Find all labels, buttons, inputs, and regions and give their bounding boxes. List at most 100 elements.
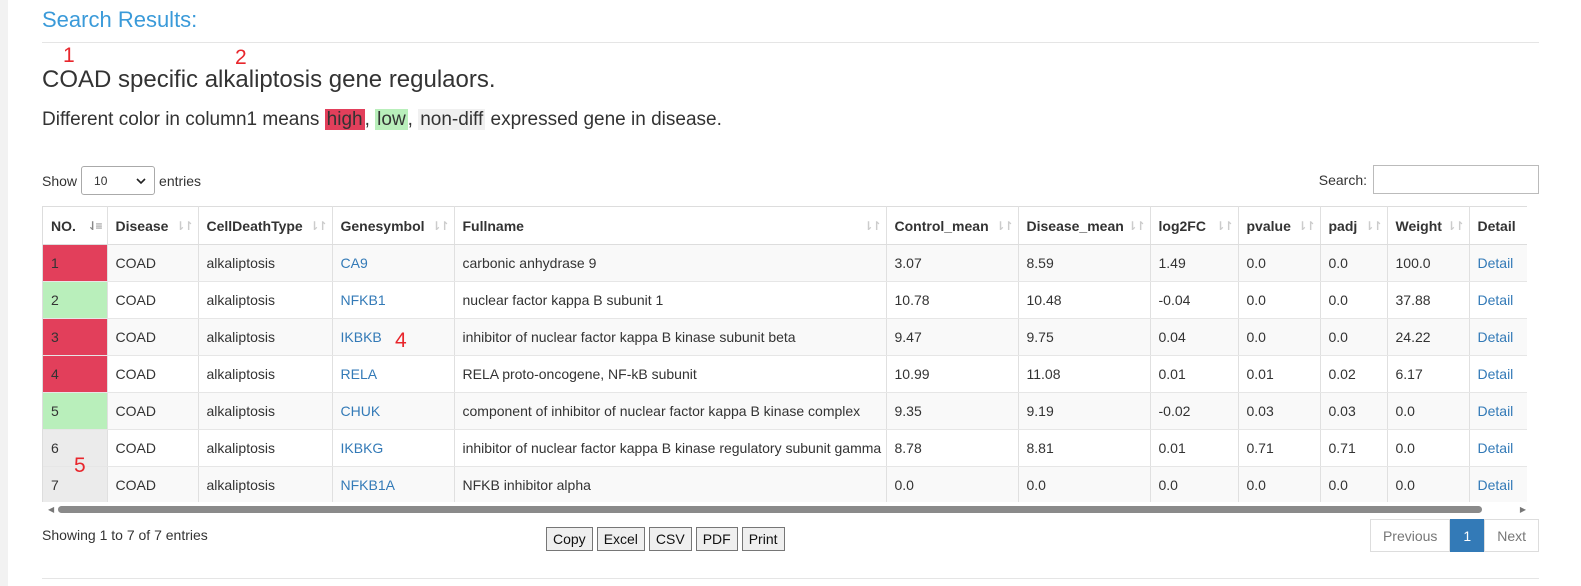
show-label: Show xyxy=(42,172,78,189)
cell-celldeathtype: alkaliptosis xyxy=(198,244,333,282)
csv-button[interactable]: CSV xyxy=(648,527,692,551)
sort-icon: ⇂↾ xyxy=(863,219,881,233)
col-header-log2fc[interactable]: log2FC ⇂↾ xyxy=(1150,206,1239,245)
color-legend: Different color in column1 means high, l… xyxy=(42,109,722,131)
legend-high: high xyxy=(324,109,365,130)
gene-link[interactable]: NFKB1 xyxy=(341,292,386,308)
sort-icon: ⇂↾ xyxy=(995,219,1013,233)
cell-no: 4 xyxy=(43,355,108,393)
cell-disease: COAD xyxy=(107,281,199,319)
legend-sep-2: , xyxy=(407,109,419,130)
sort-icon: ⇂↾ xyxy=(1446,219,1464,233)
gene-link[interactable]: IKBKB xyxy=(341,329,382,345)
scrollbar-thumb[interactable] xyxy=(58,506,1482,513)
cell-pvalue: 0.0 xyxy=(1238,244,1321,282)
gene-link[interactable]: CA9 xyxy=(341,255,368,271)
col-header-pvalue[interactable]: pvalue ⇂↾ xyxy=(1238,206,1321,245)
cell-genesymbol: RELA xyxy=(332,355,455,393)
detail-link[interactable]: Detail xyxy=(1478,292,1514,308)
col-header-no[interactable]: NO. ⇃≡ xyxy=(43,206,108,245)
sort-icon: ⇂↾ xyxy=(1364,219,1382,233)
print-button[interactable]: Print xyxy=(741,527,785,551)
cell-disease: COAD xyxy=(107,355,199,393)
excel-button[interactable]: Excel xyxy=(596,527,645,551)
page-heading: Search Results: xyxy=(42,7,198,32)
previous-page-button[interactable]: Previous xyxy=(1369,519,1451,552)
cell-detail: Detail xyxy=(1469,429,1527,467)
table-row: 7 COAD alkaliptosis NFKB1A NFKB inhibito… xyxy=(43,466,1527,502)
table-info: Showing 1 to 7 of 7 entries xyxy=(42,527,208,543)
annotation-5: 5 xyxy=(74,454,86,477)
sort-asc-icon: ⇃≡ xyxy=(87,219,102,233)
cell-weight: 6.17 xyxy=(1387,355,1470,393)
legend-suffix: expressed gene in disease. xyxy=(485,109,722,130)
col-header-genesymbol[interactable]: Genesymbol ⇂↾ xyxy=(332,206,455,245)
cell-weight: 0.0 xyxy=(1387,392,1470,430)
entries-select[interactable]: 10 xyxy=(81,166,156,195)
search-results-panel: Search Results: 1 2 3 4 5 COAD specific … xyxy=(42,0,1539,586)
cell-weight: 0.0 xyxy=(1387,466,1470,502)
cell-disease-mean: 11.08 xyxy=(1018,355,1151,393)
horizontal-scrollbar[interactable]: ◀ ▶ xyxy=(42,502,1526,516)
cell-disease-mean: 9.19 xyxy=(1018,392,1151,430)
cell-fullname: NFKB inhibitor alpha xyxy=(454,466,887,502)
sort-icon: ⇂↾ xyxy=(175,219,193,233)
detail-link[interactable]: Detail xyxy=(1478,366,1514,382)
next-page-button[interactable]: Next xyxy=(1484,519,1539,552)
table-row: 6 COAD alkaliptosis IKBKG inhibitor of n… xyxy=(43,429,1527,467)
cell-control-mean: 10.99 xyxy=(886,355,1019,393)
cell-log2fc: -0.04 xyxy=(1150,281,1239,319)
cell-genesymbol: NFKB1A xyxy=(332,466,455,502)
search-input[interactable] xyxy=(1373,165,1539,194)
gene-link[interactable]: NFKB1A xyxy=(341,477,395,493)
sort-icon: ⇂↾ xyxy=(431,219,449,233)
copy-button[interactable]: Copy xyxy=(546,527,593,551)
cell-log2fc: 1.49 xyxy=(1150,244,1239,282)
detail-link[interactable]: Detail xyxy=(1478,255,1514,271)
col-header-weight[interactable]: Weight ⇂↾ xyxy=(1387,206,1470,245)
col-header-padj[interactable]: padj ⇂↾ xyxy=(1320,206,1388,245)
col-header-disease[interactable]: Disease ⇂↾ xyxy=(107,206,199,245)
cell-celldeathtype: alkaliptosis xyxy=(198,392,333,430)
col-header-control-mean[interactable]: Control_mean ⇂↾ xyxy=(886,206,1019,245)
cell-log2fc: 0.0 xyxy=(1150,466,1239,502)
sort-icon: ⇂↾ xyxy=(1297,219,1315,233)
page-1-button[interactable]: 1 xyxy=(1450,519,1485,552)
cell-genesymbol: NFKB1 xyxy=(332,281,455,319)
col-header-disease-mean[interactable]: Disease_mean ⇂↾ xyxy=(1018,206,1151,245)
cell-celldeathtype: alkaliptosis xyxy=(198,355,333,393)
results-table-scroll[interactable]: NO. ⇃≡ Disease ⇂↾ CellDeathType ⇂↾ Genesymb… xyxy=(42,206,1527,502)
cell-fullname: RELA proto-oncogene, NF-kB subunit xyxy=(454,355,887,393)
cell-no: 2 xyxy=(43,281,108,319)
table-row: 5 COAD alkaliptosis CHUK component of in… xyxy=(43,392,1527,430)
detail-link[interactable]: Detail xyxy=(1478,477,1514,493)
results-table: NO. ⇃≡ Disease ⇂↾ CellDeathType ⇂↾ Genesymb… xyxy=(43,206,1527,502)
col-header-celldeathtype[interactable]: CellDeathType ⇂↾ xyxy=(198,206,333,245)
gene-link[interactable]: CHUK xyxy=(341,403,381,419)
export-buttons: Copy Excel CSV PDF Print xyxy=(546,527,789,551)
cell-weight: 24.22 xyxy=(1387,318,1470,356)
cell-padj: 0.0 xyxy=(1320,244,1388,282)
cell-weight: 37.88 xyxy=(1387,281,1470,319)
table-subtitle: COAD specific alkaliptosis gene regulaor… xyxy=(42,66,496,93)
detail-link[interactable]: Detail xyxy=(1478,440,1514,456)
detail-link[interactable]: Detail xyxy=(1478,329,1514,345)
gene-link[interactable]: IKBKG xyxy=(341,440,384,456)
scroll-left-arrow-icon[interactable]: ◀ xyxy=(48,505,54,514)
cell-pvalue: 0.0 xyxy=(1238,318,1321,356)
col-header-detail[interactable]: Detail xyxy=(1469,206,1527,245)
annotation-1: 1 xyxy=(63,44,75,67)
cell-weight: 100.0 xyxy=(1387,244,1470,282)
gene-link[interactable]: RELA xyxy=(341,366,378,382)
detail-link[interactable]: Detail xyxy=(1478,403,1514,419)
heading-divider xyxy=(42,42,1539,43)
cell-control-mean: 8.78 xyxy=(886,429,1019,467)
cell-padj: 0.03 xyxy=(1320,392,1388,430)
table-header-row: NO. ⇃≡ Disease ⇂↾ CellDeathType ⇂↾ Genesymb… xyxy=(43,206,1527,245)
cell-pvalue: 0.0 xyxy=(1238,281,1321,319)
scroll-right-arrow-icon[interactable]: ▶ xyxy=(1520,505,1526,514)
cell-padj: 0.0 xyxy=(1320,466,1388,502)
col-header-fullname[interactable]: Fullname ⇂↾ xyxy=(454,206,887,245)
cell-celldeathtype: alkaliptosis xyxy=(198,281,333,319)
pdf-button[interactable]: PDF xyxy=(695,527,738,551)
